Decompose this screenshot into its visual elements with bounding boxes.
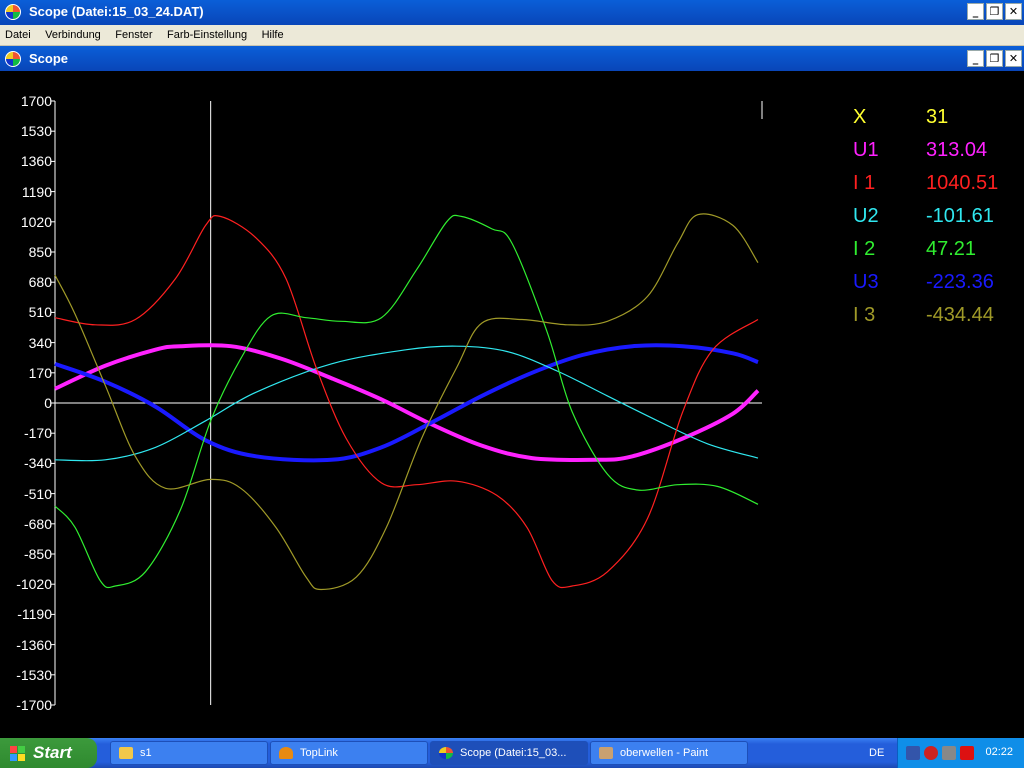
start-button[interactable]: Start	[0, 738, 97, 768]
child-app-icon[interactable]	[5, 51, 21, 67]
paint-icon	[599, 747, 613, 759]
readout-row: X 31	[850, 106, 1020, 139]
windows-flag-icon	[10, 746, 26, 762]
minimize-button[interactable]: _	[967, 3, 984, 20]
menu-fenster[interactable]: Fenster	[110, 26, 157, 41]
clock: 02:22	[985, 746, 1013, 758]
readout-value: -101.61	[926, 205, 994, 227]
readout-value: 31	[926, 106, 949, 128]
readout-name: U1	[853, 139, 879, 161]
taskbar-button-label: s1	[140, 747, 152, 759]
scope-icon	[439, 747, 453, 759]
readout-row: I 2 47.21	[850, 238, 1020, 271]
language-indicator[interactable]: DE	[869, 747, 884, 759]
readout-value: -434.44	[926, 304, 994, 326]
network-icon[interactable]	[906, 746, 920, 760]
taskbar-button-toplink[interactable]: TopLink	[270, 741, 428, 765]
folder-icon	[119, 747, 133, 759]
menu-hilfe[interactable]: Hilfe	[257, 26, 289, 41]
taskbar-button-paint[interactable]: oberwellen - Paint	[590, 741, 748, 765]
window-controls: _ ❐ ✕	[967, 3, 1022, 20]
system-tray: 02:22	[897, 738, 1024, 768]
menubar: Datei Verbindung Fenster Farb-Einstellun…	[0, 25, 1024, 46]
series-i1-line	[54, 214, 759, 589]
security-icon[interactable]	[924, 746, 938, 760]
readout-value: 47.21	[926, 238, 977, 260]
readout-value: -223.36	[926, 271, 994, 293]
readout-row: U3 -223.36	[850, 271, 1020, 304]
child-minimize-button[interactable]: _	[967, 50, 984, 67]
menu-farb-einstellung[interactable]: Farb-Einstellung	[162, 26, 252, 41]
child-close-button[interactable]: ✕	[1005, 50, 1022, 67]
readout-row: I 3 -434.44	[850, 304, 1020, 337]
readout-row: U1 313.04	[850, 139, 1020, 172]
readout-row: U2 -101.61	[850, 205, 1020, 238]
restore-button[interactable]: ❐	[986, 3, 1003, 20]
start-label: Start	[33, 743, 72, 762]
window-title: Scope (Datei:15_03_24.DAT)	[29, 4, 204, 19]
taskbar-button-scope[interactable]: Scope (Datei:15_03...	[430, 741, 588, 765]
scope-area: 1700 1530 1360 1190 1020 850 680 510 340 170 0 -170…	[0, 72, 1024, 738]
readout-name: U2	[853, 205, 879, 227]
readout-value: 1040.51	[926, 172, 999, 194]
child-window-title: Scope	[29, 51, 69, 66]
series-i2-line	[54, 214, 759, 589]
readout-name: I 3	[853, 304, 876, 326]
child-titlebar[interactable]: Scope _ ❐ ✕	[0, 46, 1024, 71]
readout-value: 313.04	[926, 139, 988, 161]
value-readout: X 31 U1 313.04 I 1 1040.51 U2 -101.61 I 2 47.21 U3…	[850, 106, 1020, 337]
readout-name: I 2	[853, 238, 876, 260]
tray-app-icon[interactable]	[942, 746, 956, 760]
readout-name: X	[853, 106, 867, 128]
child-window-controls: _ ❐ ✕	[967, 50, 1022, 67]
menu-verbindung[interactable]: Verbindung	[40, 26, 106, 41]
menu-datei[interactable]: Datei	[0, 26, 36, 41]
taskbar-button-label: TopLink	[300, 747, 338, 759]
scope-app-icon[interactable]	[5, 4, 21, 20]
series-i3-line	[54, 213, 759, 591]
antivirus-icon[interactable]	[960, 746, 974, 760]
taskbar-button-label: Scope (Datei:15_03...	[460, 747, 567, 759]
child-restore-button[interactable]: ❐	[986, 50, 1003, 67]
taskbar-button-label: oberwellen - Paint	[620, 747, 709, 759]
main-titlebar[interactable]: Scope (Datei:15_03_24.DAT) _ ❐ ✕	[0, 0, 1024, 25]
readout-name: U3	[853, 271, 879, 293]
shell-icon	[279, 747, 293, 759]
taskbar: Start s1 TopLink Scope (Datei:15_03... o…	[0, 738, 1024, 768]
readout-name: I 1	[853, 172, 876, 194]
readout-row: I 1 1040.51	[850, 172, 1020, 205]
close-button[interactable]: ✕	[1005, 3, 1022, 20]
taskbar-button-s1[interactable]: s1	[110, 741, 268, 765]
